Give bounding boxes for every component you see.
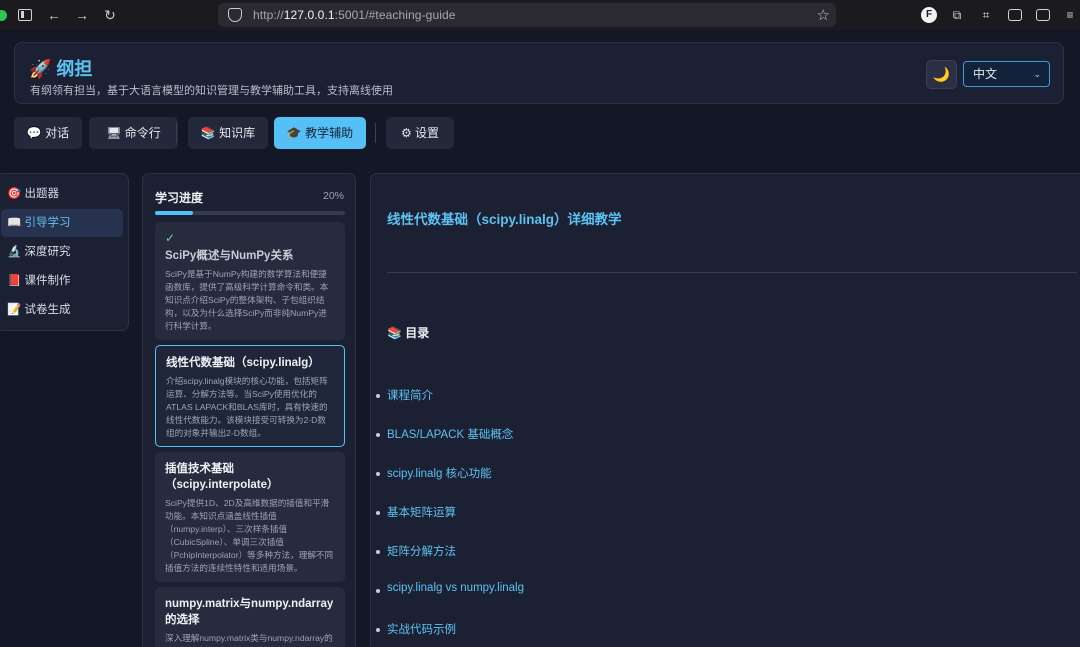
address-bar[interactable]: http://127.0.0.1:5001/#teaching-guide ☆ (218, 3, 836, 27)
bullet (376, 394, 380, 398)
crop-icon[interactable]: ⌗ (978, 7, 994, 23)
topic-title: 插值技术基础（scipy.interpolate） (165, 463, 279, 491)
progress-title: 学习进度 (155, 191, 204, 205)
window-control-dot[interactable] (0, 10, 7, 21)
reload-icon[interactable]: ↻ (101, 6, 119, 24)
forward-arrow-icon[interactable]: → (73, 6, 91, 24)
topic-description: 深入理解numpy.matrix类与numpy.ndarray的区别，包括矩阵乘… (165, 633, 333, 647)
shield-icon (228, 8, 242, 22)
bullet (376, 628, 380, 632)
sidebar-item-courseware[interactable]: 📕 课件制作 (1, 267, 123, 295)
topic-card[interactable]: 插值技术基础（scipy.interpolate） SciPy提供1D、2D及高… (155, 452, 345, 582)
chevron-down-icon: ⌄ (1033, 69, 1041, 79)
app-header: 🚀 纲担 有纲领有担当，基于大语言模型的知识管理与教学辅助工具，支持离线使用 🌙… (14, 42, 1064, 104)
theme-toggle-button[interactable]: 🌙 (926, 60, 957, 89)
app-subtitle: 有纲领有担当，基于大语言模型的知识管理与教学辅助工具，支持离线使用 (30, 85, 393, 97)
language-select[interactable]: 中文 ⌄ (963, 61, 1050, 87)
topic-description: SciPy提供1D、2D及高维数据的插值和平滑功能。本知识点涵盖线性插值（num… (165, 498, 334, 573)
sidebar-panel-icon[interactable] (1036, 9, 1050, 21)
progress-percent: 20% (322, 190, 344, 202)
sidebar-item-question-generator[interactable]: 🎯 出题器 (1, 180, 123, 208)
tab-chat[interactable]: 💬 对话 (14, 117, 82, 149)
tab-teaching[interactable]: 🎓 教学辅助 (274, 117, 366, 149)
sidebar-item-guided-learning[interactable]: 📖 引导学习 (1, 209, 123, 237)
url-text: http://127.0.0.1:5001/#teaching-guide (253, 8, 456, 22)
lesson-title: 线性代数基础（scipy.linalg）详细教学 (387, 212, 622, 227)
profile-f-icon[interactable]: F (921, 7, 937, 23)
progress-bar (155, 211, 345, 215)
topic-title: SciPy概述与NumPy关系 (165, 250, 294, 262)
divider (387, 272, 1077, 273)
topic-card[interactable]: ✓ SciPy概述与NumPy关系 SciPy是基于NumPy构建的数学算法和便… (155, 222, 345, 340)
topic-description: SciPy是基于NumPy构建的数学算法和便捷函数库，提供了高级科学计算命令和类… (165, 269, 329, 331)
tab-divider (176, 123, 177, 143)
language-value: 中文 (973, 67, 998, 81)
topic-card[interactable]: 线性代数基础（scipy.linalg） 介绍scipy.linalg模块的核心… (155, 345, 345, 447)
bullet (376, 589, 380, 593)
toc-link[interactable]: 实战代码示例 (387, 621, 456, 637)
topic-title: 线性代数基础（scipy.linalg） (166, 357, 320, 369)
menu-icon[interactable]: ≡ (1062, 7, 1078, 23)
bullet (376, 472, 380, 476)
topic-card[interactable]: numpy.matrix与numpy.ndarray的选择 深入理解numpy.… (155, 587, 345, 647)
lesson-content: 线性代数基础（scipy.linalg）详细教学 📚 目录 课程简介 BLAS/… (370, 173, 1080, 647)
progress-bar-fill (155, 211, 193, 215)
bullet (376, 511, 380, 515)
sidebar-item-deep-research[interactable]: 🔬 深度研究 (1, 238, 123, 266)
learning-progress-panel: 学习进度 20% ✓ SciPy概述与NumPy关系 SciPy是基于NumPy… (142, 173, 356, 647)
bullet (376, 433, 380, 437)
toc-heading: 📚 目录 (387, 326, 430, 340)
topic-title: numpy.matrix与numpy.ndarray的选择 (165, 598, 334, 626)
tab-cli[interactable]: 🖥 命令行 (89, 117, 178, 149)
browser-toolbar: ← → ↻ http://127.0.0.1:5001/#teaching-gu… (0, 0, 1080, 30)
bookmark-star-icon[interactable]: ☆ (817, 6, 830, 24)
extensions-icon[interactable]: ⧉ (949, 7, 965, 23)
sidebar-item-exam-generation[interactable]: 📝 试卷生成 (1, 296, 123, 324)
sidebar-toggle-icon[interactable] (18, 9, 32, 21)
toc-link[interactable]: scipy.linalg 核心功能 (387, 465, 492, 481)
tab-knowledge-base[interactable]: 📚 知识库 (188, 117, 268, 149)
tab-settings[interactable]: ⚙ 设置 (386, 117, 454, 149)
tab-divider (375, 123, 376, 143)
toc-link[interactable]: 基本矩阵运算 (387, 504, 456, 520)
toc-link[interactable]: scipy.linalg vs numpy.linalg (387, 582, 524, 594)
bullet (376, 550, 380, 554)
app-title: 🚀 纲担 (29, 59, 93, 79)
toc-link[interactable]: 课程简介 (387, 387, 433, 403)
toc-link[interactable]: BLAS/LAPACK 基础概念 (387, 426, 513, 442)
teaching-sidebar: 🎯 出题器 📖 引导学习 🔬 深度研究 📕 课件制作 📝 试卷生成 (0, 173, 129, 331)
topic-description: 介绍scipy.linalg模块的核心功能，包括矩阵运算、分解方法等。当SciP… (166, 376, 328, 438)
back-arrow-icon[interactable]: ← (45, 6, 63, 24)
toc-link[interactable]: 矩阵分解方法 (387, 543, 456, 559)
container-icon[interactable] (1008, 9, 1022, 21)
check-icon: ✓ (165, 231, 176, 245)
